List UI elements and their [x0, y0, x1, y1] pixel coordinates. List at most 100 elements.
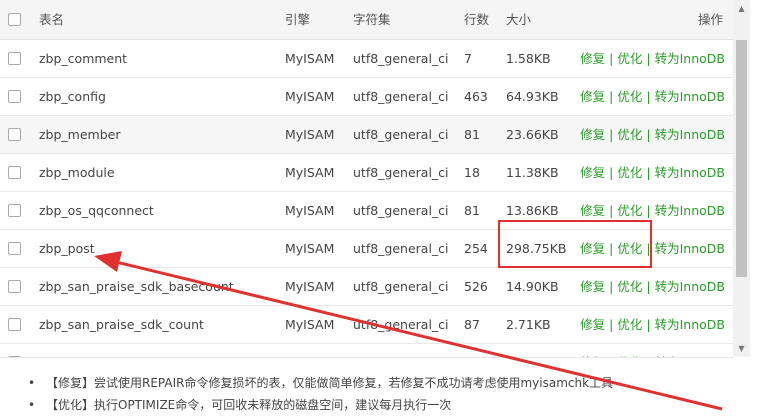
convert-innodb-link[interactable]: 转为InnoDB	[655, 51, 725, 66]
convert-innodb-link[interactable]: 转为InnoDB	[655, 241, 725, 256]
bullet-icon: •	[28, 376, 36, 390]
action-separator: |	[605, 355, 617, 357]
optimize-link[interactable]: 优化	[617, 317, 642, 332]
row-checkbox[interactable]	[8, 154, 22, 192]
row-engine: MyISAM	[285, 89, 335, 104]
optimize-link[interactable]: 优化	[617, 89, 642, 104]
note-item: • 【优化】执行OPTIMIZE命令，可回收未释放的磁盘空间，建议每月执行一次	[0, 394, 763, 416]
row-checkbox[interactable]	[8, 268, 22, 306]
row-checkbox[interactable]	[8, 40, 22, 78]
table-row: zbp_module MyISAM utf8_general_ci 18 11.…	[0, 154, 733, 192]
row-count: 7	[464, 51, 472, 66]
action-separator: |	[609, 279, 614, 294]
repair-link[interactable]: 修复	[580, 89, 605, 104]
optimize-link[interactable]: 优化	[617, 127, 642, 142]
row-checkbox[interactable]	[8, 344, 22, 357]
convert-innodb-link[interactable]: 转为InnoDB	[655, 127, 725, 142]
row-size: 13.86KB	[506, 203, 559, 218]
action-separator: |	[609, 241, 614, 256]
note-text: 【优化】执行OPTIMIZE命令，可回收未释放的磁盘空间，建议每月执行一次	[46, 398, 452, 412]
repair-link[interactable]: 修复	[580, 279, 605, 294]
row-collation: utf8_general_ci	[353, 279, 449, 294]
repair-link[interactable]: 修复	[580, 165, 605, 180]
row-count: 81	[464, 127, 480, 142]
row-engine: MyISAM	[285, 317, 335, 332]
row-checkbox[interactable]	[8, 78, 22, 116]
convert-innodb-link[interactable]: 转为InnoDB	[655, 317, 725, 332]
convert-innodb-link[interactable]: 转为InnoDB	[655, 279, 725, 294]
repair-link[interactable]: 修复	[580, 127, 605, 142]
bullet-icon: •	[28, 398, 36, 412]
table-row: zbp_san_praise_sdk_basecount MyISAM utf8…	[0, 268, 733, 306]
row-collation: utf8_general_ci	[353, 165, 449, 180]
row-count: 41	[464, 344, 480, 357]
row-actions: 修复|优化|转为InnoDB	[580, 78, 725, 116]
optimize-link[interactable]: 优化	[617, 355, 642, 357]
row-checkbox[interactable]	[8, 306, 22, 344]
row-checkbox[interactable]	[8, 230, 22, 268]
row-actions: 修复|优化|转为InnoDB	[580, 344, 725, 357]
header-engine[interactable]: 引擎	[285, 0, 310, 40]
scroll-thumb[interactable]	[736, 40, 747, 277]
note-text: 【修复】尝试使用REPAIR命令修复损坏的表，仅能做简单修复，若修复不成功请考虑…	[46, 376, 614, 390]
action-separator: |	[609, 317, 614, 332]
repair-link[interactable]: 修复	[580, 203, 605, 218]
note-item: • 【修复】尝试使用REPAIR命令修复损坏的表，仅能做简单修复，若修复不成功请…	[0, 372, 763, 394]
convert-innodb-link[interactable]: 转为InnoDB	[655, 165, 725, 180]
scroll-up-arrow-icon[interactable]: ▲	[733, 0, 750, 17]
action-separator: |	[609, 127, 614, 142]
row-checkbox[interactable]	[8, 192, 22, 230]
vertical-scrollbar[interactable]: ▲ ▼	[733, 0, 750, 357]
row-actions: 修复|优化|转为InnoDB	[580, 40, 725, 78]
row-checkbox[interactable]	[8, 116, 22, 154]
action-separator: |	[646, 241, 651, 256]
repair-link[interactable]: 修复	[580, 51, 605, 66]
action-separator: |	[646, 165, 651, 180]
row-count: 81	[464, 203, 480, 218]
row-collation: utf8_general_ci	[353, 241, 449, 256]
row-name: zbp_san_praise_sdk_count	[39, 317, 204, 332]
scroll-down-arrow-icon[interactable]: ▼	[733, 340, 750, 357]
row-collation: utf8_general_ci	[353, 344, 449, 357]
header-collation[interactable]: 字符集	[353, 0, 391, 40]
select-all-checkbox[interactable]	[8, 0, 22, 40]
table-list: 表名 引擎 字符集 行数 大小 操作 zbp_comment MyISAM ut…	[0, 0, 733, 358]
table-row: zbp_san_praise_sdk_count MyISAM utf8_gen…	[0, 306, 733, 344]
row-engine: MyISAM	[285, 165, 335, 180]
header-name[interactable]: 表名	[39, 0, 64, 40]
row-actions: 修复|优化|转为InnoDB	[580, 230, 725, 268]
table-row: zbp_tag MyISAM utf8_general_ci 41 12.38K…	[0, 344, 733, 357]
row-count: 254	[464, 241, 488, 256]
action-separator: |	[646, 51, 651, 66]
header-rows[interactable]: 行数	[464, 0, 489, 40]
repair-link[interactable]: 修复	[580, 355, 605, 357]
header-size[interactable]: 大小	[506, 0, 531, 40]
optimize-link[interactable]: 优化	[617, 51, 642, 66]
table-row: zbp_member MyISAM utf8_general_ci 81 23.…	[0, 116, 733, 154]
convert-innodb-link[interactable]: 转为InnoDB	[655, 89, 725, 104]
optimize-link[interactable]: 优化	[617, 203, 642, 218]
action-separator: |	[642, 355, 654, 357]
row-actions: 修复|优化|转为InnoDB	[580, 116, 725, 154]
repair-link[interactable]: 修复	[580, 241, 605, 256]
row-engine: MyISAM	[285, 203, 335, 218]
convert-innodb-link[interactable]: 转为InnoDB	[655, 355, 725, 357]
row-name: zbp_module	[39, 165, 115, 180]
header-actions: 操作	[697, 12, 723, 27]
row-name: zbp_member	[39, 127, 121, 142]
row-count: 526	[464, 279, 488, 294]
row-name: zbp_config	[39, 89, 106, 104]
row-name: zbp_os_qqconnect	[39, 203, 154, 218]
row-name: zbp_post	[39, 241, 95, 256]
row-collation: utf8_general_ci	[353, 51, 449, 66]
action-separator: |	[609, 165, 614, 180]
row-engine: MyISAM	[285, 344, 334, 357]
row-name: zbp_comment	[39, 51, 128, 66]
convert-innodb-link[interactable]: 转为InnoDB	[655, 203, 725, 218]
optimize-link[interactable]: 优化	[617, 279, 642, 294]
optimize-link[interactable]: 优化	[617, 165, 642, 180]
repair-link[interactable]: 修复	[580, 317, 605, 332]
notes-list: • 【修复】尝试使用REPAIR命令修复损坏的表，仅能做简单修复，若修复不成功请…	[0, 372, 763, 416]
row-engine: MyISAM	[285, 241, 335, 256]
optimize-link[interactable]: 优化	[617, 241, 642, 256]
